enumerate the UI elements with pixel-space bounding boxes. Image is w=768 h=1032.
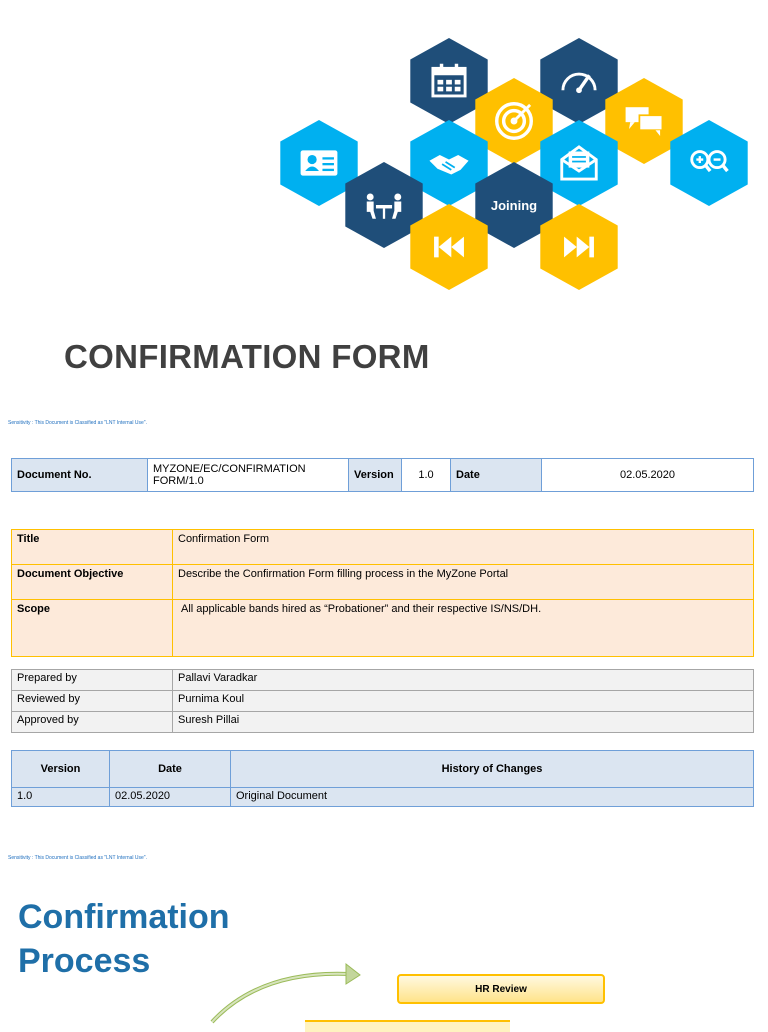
version-history-table: Version Date History of Changes 1.0 02.0… [11, 750, 754, 807]
version-value: 1.0 [401, 458, 451, 492]
section-title-line1: Confirmation [18, 898, 230, 936]
doc-no-label: Document No. [11, 458, 148, 492]
table-row: 1.0 02.05.2020 Original Document [11, 787, 754, 807]
scope-label: Scope [11, 599, 173, 657]
table-row: Prepared by Pallavi Varadkar [11, 669, 754, 691]
joining-label: Joining [490, 197, 538, 213]
sensitivity-note: Sensitivity : This Document is Classifie… [8, 420, 147, 426]
approval-label: Approved by [11, 711, 173, 733]
title-value: Confirmation Form [172, 529, 754, 565]
version-label: Version [348, 458, 402, 492]
sensitivity-note: Sensitivity : This Document is Classifie… [8, 855, 147, 861]
scope-value: All applicable bands hired as “Probation… [172, 599, 754, 657]
date-value: 02.05.2020 [541, 458, 754, 492]
history-version: 1.0 [11, 787, 110, 807]
hero-hexagon-graphic: Joining [270, 30, 760, 300]
approvals-table: Prepared by Pallavi Varadkar Reviewed by… [11, 669, 754, 733]
approval-label: Prepared by [11, 669, 173, 691]
approval-label: Reviewed by [11, 690, 173, 712]
column-header-date: Date [109, 750, 231, 788]
objective-label: Document Objective [11, 564, 173, 600]
title-label: Title [11, 529, 173, 565]
approval-value: Pallavi Varadkar [172, 669, 754, 691]
section-title: Confirmation Process [18, 895, 230, 983]
page-title: CONFIRMATION FORM [64, 338, 430, 375]
approval-value: Purnima Koul [172, 690, 754, 712]
date-label: Date [450, 458, 542, 492]
hr-review-step: HR Review [397, 974, 605, 1004]
approval-value: Suresh Pillai [172, 711, 754, 733]
next-step-box [305, 1020, 510, 1032]
table-row: Reviewed by Purnima Koul [11, 690, 754, 712]
section-title-line2: Process [18, 942, 151, 980]
column-header-history: History of Changes [230, 750, 754, 788]
column-header-version: Version [11, 750, 110, 788]
document-info-table: Title Confirmation Form Document Objecti… [11, 529, 754, 657]
history-date: 02.05.2020 [109, 787, 231, 807]
doc-no-value: MYZONE/EC/CONFIRMATION FORM/1.0 [147, 458, 349, 492]
flow-arrow [210, 962, 361, 1024]
table-row: Approved by Suresh Pillai [11, 711, 754, 733]
history-changes: Original Document [230, 787, 754, 807]
document-header-table: Document No. MYZONE/EC/CONFIRMATION FORM… [11, 458, 754, 492]
objective-value: Describe the Confirmation Form filling p… [172, 564, 754, 600]
